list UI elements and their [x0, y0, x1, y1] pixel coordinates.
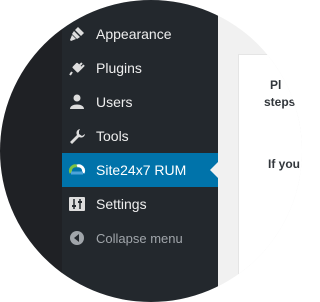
- wrench-icon: [68, 127, 86, 145]
- sidebar-item-users[interactable]: Users: [62, 85, 218, 119]
- sidebar-item-site24x7-rum[interactable]: Site24x7 RUM: [62, 153, 218, 187]
- collapse-menu-button[interactable]: Collapse menu: [62, 221, 218, 255]
- content-text-line: Pl: [270, 78, 282, 92]
- sidebar-item-label: Plugins: [96, 60, 142, 76]
- collapse-menu-label: Collapse menu: [96, 230, 183, 246]
- sidebar-item-label: Settings: [96, 196, 147, 212]
- sidebar-item-appearance[interactable]: Appearance: [62, 17, 218, 51]
- left-edge-band: [0, 0, 62, 302]
- content-text-line: steps: [264, 95, 296, 109]
- content-text-line: If you: [268, 157, 300, 171]
- sidebar-item-tools[interactable]: Tools: [62, 119, 218, 153]
- collapse-arrow-icon: [68, 229, 86, 247]
- sidebar-item-label: Site24x7 RUM: [96, 162, 187, 178]
- site24x7-logo-icon: [68, 161, 86, 179]
- admin-sidebar: Appearance Plugins Users Tools Site24x7 …: [62, 0, 218, 302]
- plugin-icon: [68, 59, 86, 77]
- user-icon: [68, 93, 86, 111]
- sidebar-item-label: Users: [96, 94, 133, 110]
- sidebar-item-label: Tools: [96, 128, 129, 144]
- main-content: Pl steps If you: [218, 0, 302, 302]
- screenshot-viewport: Appearance Plugins Users Tools Site24x7 …: [0, 0, 302, 302]
- paintbrush-icon: [68, 25, 86, 43]
- sidebar-item-label: Appearance: [96, 26, 172, 42]
- sidebar-item-settings[interactable]: Settings: [62, 187, 218, 221]
- current-page-arrow: [210, 162, 218, 178]
- sidebar-item-plugins[interactable]: Plugins: [62, 51, 218, 85]
- settings-sliders-icon: [68, 195, 86, 213]
